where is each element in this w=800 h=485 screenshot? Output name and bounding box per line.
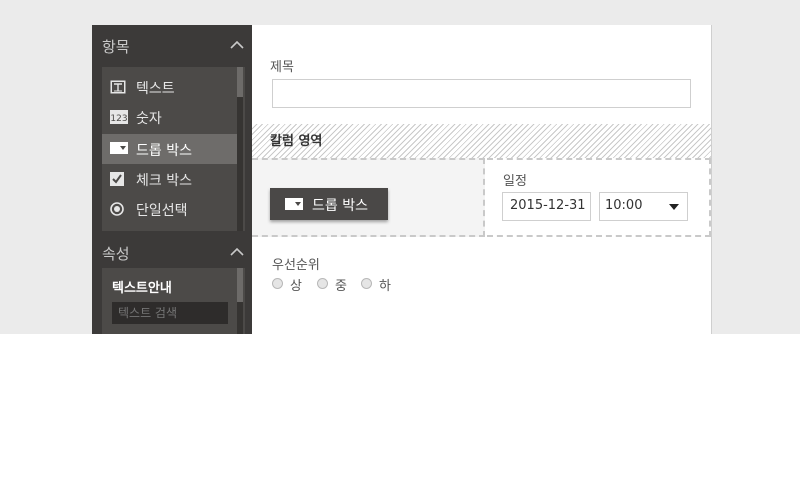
time-select[interactable]: 10:00 bbox=[599, 192, 688, 221]
props-section-title: 속성 bbox=[102, 245, 130, 263]
chevron-up-icon[interactable] bbox=[230, 247, 244, 257]
items-section-title: 항목 bbox=[102, 38, 130, 56]
item-radio[interactable]: 단일선택 bbox=[102, 194, 238, 224]
time-value: 10:00 bbox=[605, 198, 643, 213]
item-label: 드롭 박스 bbox=[136, 143, 192, 159]
props-section-header[interactable]: 속성 bbox=[92, 232, 252, 272]
column-area-header: 칼럼 영역 bbox=[252, 124, 711, 158]
title-label: 제목 bbox=[270, 60, 294, 75]
number-field-icon: 123 bbox=[110, 110, 128, 124]
radio-circle-icon bbox=[361, 278, 372, 289]
text-field-icon bbox=[110, 80, 126, 94]
sidebar: 항목 텍스트 123 숫자 드롭 박스 체크 박스 단일선택 속성 텍스트안내 … bbox=[92, 25, 252, 334]
radio-icon bbox=[110, 202, 126, 216]
title-input[interactable] bbox=[272, 79, 691, 108]
radio-label: 중 bbox=[335, 279, 347, 294]
radio-circle-icon bbox=[317, 278, 328, 289]
date-input[interactable]: 2015-12-31 bbox=[502, 192, 591, 221]
dropbox-widget-button[interactable]: 드롭 박스 bbox=[270, 188, 388, 220]
item-label: 텍스트 bbox=[136, 81, 175, 97]
priority-label: 우선순위 bbox=[272, 258, 320, 273]
checkbox-icon bbox=[110, 172, 126, 186]
item-label: 숫자 bbox=[136, 111, 162, 127]
radio-circle-icon bbox=[272, 278, 283, 289]
svg-text:123: 123 bbox=[110, 114, 127, 124]
props-panel: 텍스트안내 bbox=[102, 268, 245, 334]
chevron-down-icon bbox=[669, 204, 679, 210]
item-label: 단일선택 bbox=[136, 203, 188, 219]
dropdown-icon bbox=[110, 142, 128, 156]
item-label: 체크 박스 bbox=[136, 173, 192, 189]
props-search-input[interactable] bbox=[112, 302, 228, 324]
scrollbar-thumb[interactable] bbox=[237, 67, 243, 97]
column-area-label: 칼럼 영역 bbox=[270, 134, 323, 149]
schedule-label: 일정 bbox=[503, 174, 527, 189]
dropdown-icon bbox=[285, 198, 303, 210]
item-checkbox[interactable]: 체크 박스 bbox=[102, 164, 238, 194]
column-right[interactable]: 일정 2015-12-31 10:00 bbox=[487, 158, 711, 237]
chevron-up-icon[interactable] bbox=[230, 40, 244, 50]
scrollbar-thumb[interactable] bbox=[237, 268, 243, 302]
props-heading: 텍스트안내 bbox=[112, 281, 172, 296]
item-dropbox[interactable]: 드롭 박스 bbox=[102, 134, 238, 164]
radio-label: 상 bbox=[290, 279, 302, 294]
items-section-header[interactable]: 항목 bbox=[92, 25, 252, 65]
form-canvas: 제목 칼럼 영역 드롭 박스 일정 2015-12-31 10:00 우선순위 … bbox=[252, 25, 712, 334]
item-text[interactable]: 텍스트 bbox=[102, 72, 238, 102]
column-left[interactable]: 드롭 박스 bbox=[252, 158, 485, 237]
dropbox-button-label: 드롭 박스 bbox=[312, 198, 368, 214]
items-scrollbar[interactable] bbox=[237, 67, 243, 231]
radio-label: 하 bbox=[379, 279, 391, 294]
props-scrollbar[interactable] bbox=[237, 268, 243, 334]
items-list: 텍스트 123 숫자 드롭 박스 체크 박스 단일선택 bbox=[102, 67, 245, 231]
item-number[interactable]: 123 숫자 bbox=[102, 102, 238, 132]
